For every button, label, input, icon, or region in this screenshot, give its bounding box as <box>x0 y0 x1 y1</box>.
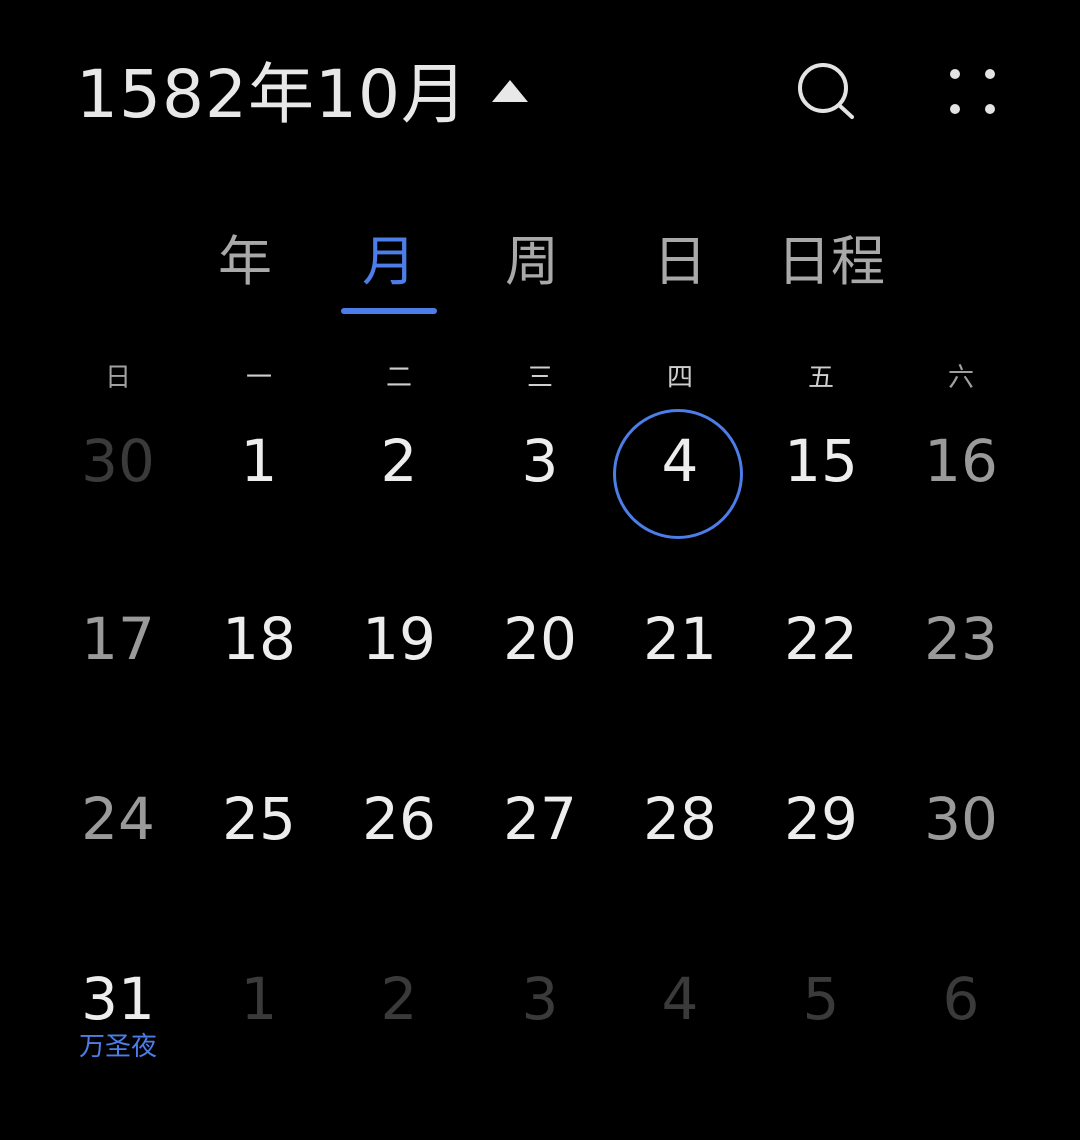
app-header: 1582年10月 <box>0 0 1080 190</box>
day-cell[interactable]: 1 <box>189 426 329 596</box>
day-cell[interactable]: 23 <box>891 604 1031 774</box>
search-icon <box>798 63 854 119</box>
day-number: 2 <box>380 427 418 495</box>
day-number: 27 <box>503 785 577 853</box>
day-cell[interactable]: 2 <box>329 426 469 596</box>
day-number: 4 <box>661 427 699 495</box>
day-cell[interactable]: 17 <box>48 604 188 774</box>
day-number: 21 <box>643 605 717 673</box>
weekday-mon: 一 <box>245 363 272 393</box>
day-number: 17 <box>81 605 155 673</box>
day-cell[interactable]: 20 <box>470 604 610 774</box>
day-cell[interactable]: 21 <box>610 604 750 774</box>
tab-month[interactable]: 月 <box>362 224 416 300</box>
weekday-thu: 四 <box>666 363 693 393</box>
weekday-sun: 日 <box>104 363 131 393</box>
day-cell[interactable]: 19 <box>329 604 469 774</box>
day-number: 1 <box>240 427 278 495</box>
day-number: 3 <box>521 965 559 1033</box>
day-number: 1 <box>240 965 278 1033</box>
day-number: 20 <box>503 605 577 673</box>
day-number: 22 <box>784 605 858 673</box>
day-cell[interactable]: 26 <box>329 784 469 954</box>
month-title[interactable]: 1582年10月 <box>76 52 468 138</box>
day-number: 15 <box>784 427 858 495</box>
day-cell[interactable]: 1 <box>189 964 329 1134</box>
day-cell[interactable]: 6 <box>891 964 1031 1134</box>
day-cell[interactable]: 3 <box>470 426 610 596</box>
day-cell-today[interactable]: 4 <box>610 426 750 596</box>
day-number: 30 <box>924 785 998 853</box>
more-grid-icon <box>950 69 995 114</box>
day-number: 24 <box>81 785 155 853</box>
day-number: 16 <box>924 427 998 495</box>
day-number: 30 <box>81 427 155 495</box>
day-number: 31 <box>81 965 155 1033</box>
day-cell[interactable]: 30 <box>891 784 1031 954</box>
day-cell[interactable]: 3 <box>470 964 610 1134</box>
day-number: 4 <box>661 965 699 1033</box>
day-number: 23 <box>924 605 998 673</box>
weekday-sat: 六 <box>947 363 974 393</box>
day-number: 3 <box>521 427 559 495</box>
day-cell[interactable]: 29 <box>751 784 891 954</box>
day-number: 2 <box>380 965 418 1033</box>
weekday-tue: 二 <box>385 363 412 393</box>
day-number: 29 <box>784 785 858 853</box>
day-cell[interactable]: 15 <box>751 426 891 596</box>
day-cell[interactable]: 5 <box>751 964 891 1134</box>
view-tabs: 年 月 周 日 日程 <box>0 224 1080 320</box>
day-cell[interactable]: 4 <box>610 964 750 1134</box>
day-number: 19 <box>362 605 436 673</box>
day-cell[interactable]: 27 <box>470 784 610 954</box>
tab-year[interactable]: 年 <box>218 224 272 300</box>
weekday-fri: 五 <box>807 363 834 393</box>
day-number: 26 <box>362 785 436 853</box>
more-button[interactable] <box>936 58 1006 128</box>
day-cell[interactable]: 18 <box>189 604 329 774</box>
day-number: 5 <box>802 965 840 1033</box>
weekday-wed: 三 <box>526 363 553 393</box>
day-cell[interactable]: 16 <box>891 426 1031 596</box>
day-cell[interactable]: 24 <box>48 784 188 954</box>
active-tab-indicator <box>341 308 437 314</box>
festival-label: 万圣夜 <box>78 1032 157 1062</box>
day-number: 28 <box>643 785 717 853</box>
day-number: 6 <box>942 965 980 1033</box>
day-number: 18 <box>222 605 296 673</box>
day-number: 25 <box>222 785 296 853</box>
day-cell[interactable]: 2 <box>329 964 469 1134</box>
caret-up-icon[interactable] <box>492 80 528 102</box>
day-cell[interactable]: 22 <box>751 604 891 774</box>
tab-schedule[interactable]: 日程 <box>777 224 885 300</box>
day-cell[interactable]: 30 <box>48 426 188 596</box>
tab-day[interactable]: 日 <box>653 224 707 300</box>
day-cell[interactable]: 31 万圣夜 <box>48 964 188 1134</box>
search-button[interactable] <box>792 58 862 128</box>
day-cell[interactable]: 28 <box>610 784 750 954</box>
day-cell[interactable]: 25 <box>189 784 329 954</box>
tab-week[interactable]: 周 <box>505 224 559 300</box>
